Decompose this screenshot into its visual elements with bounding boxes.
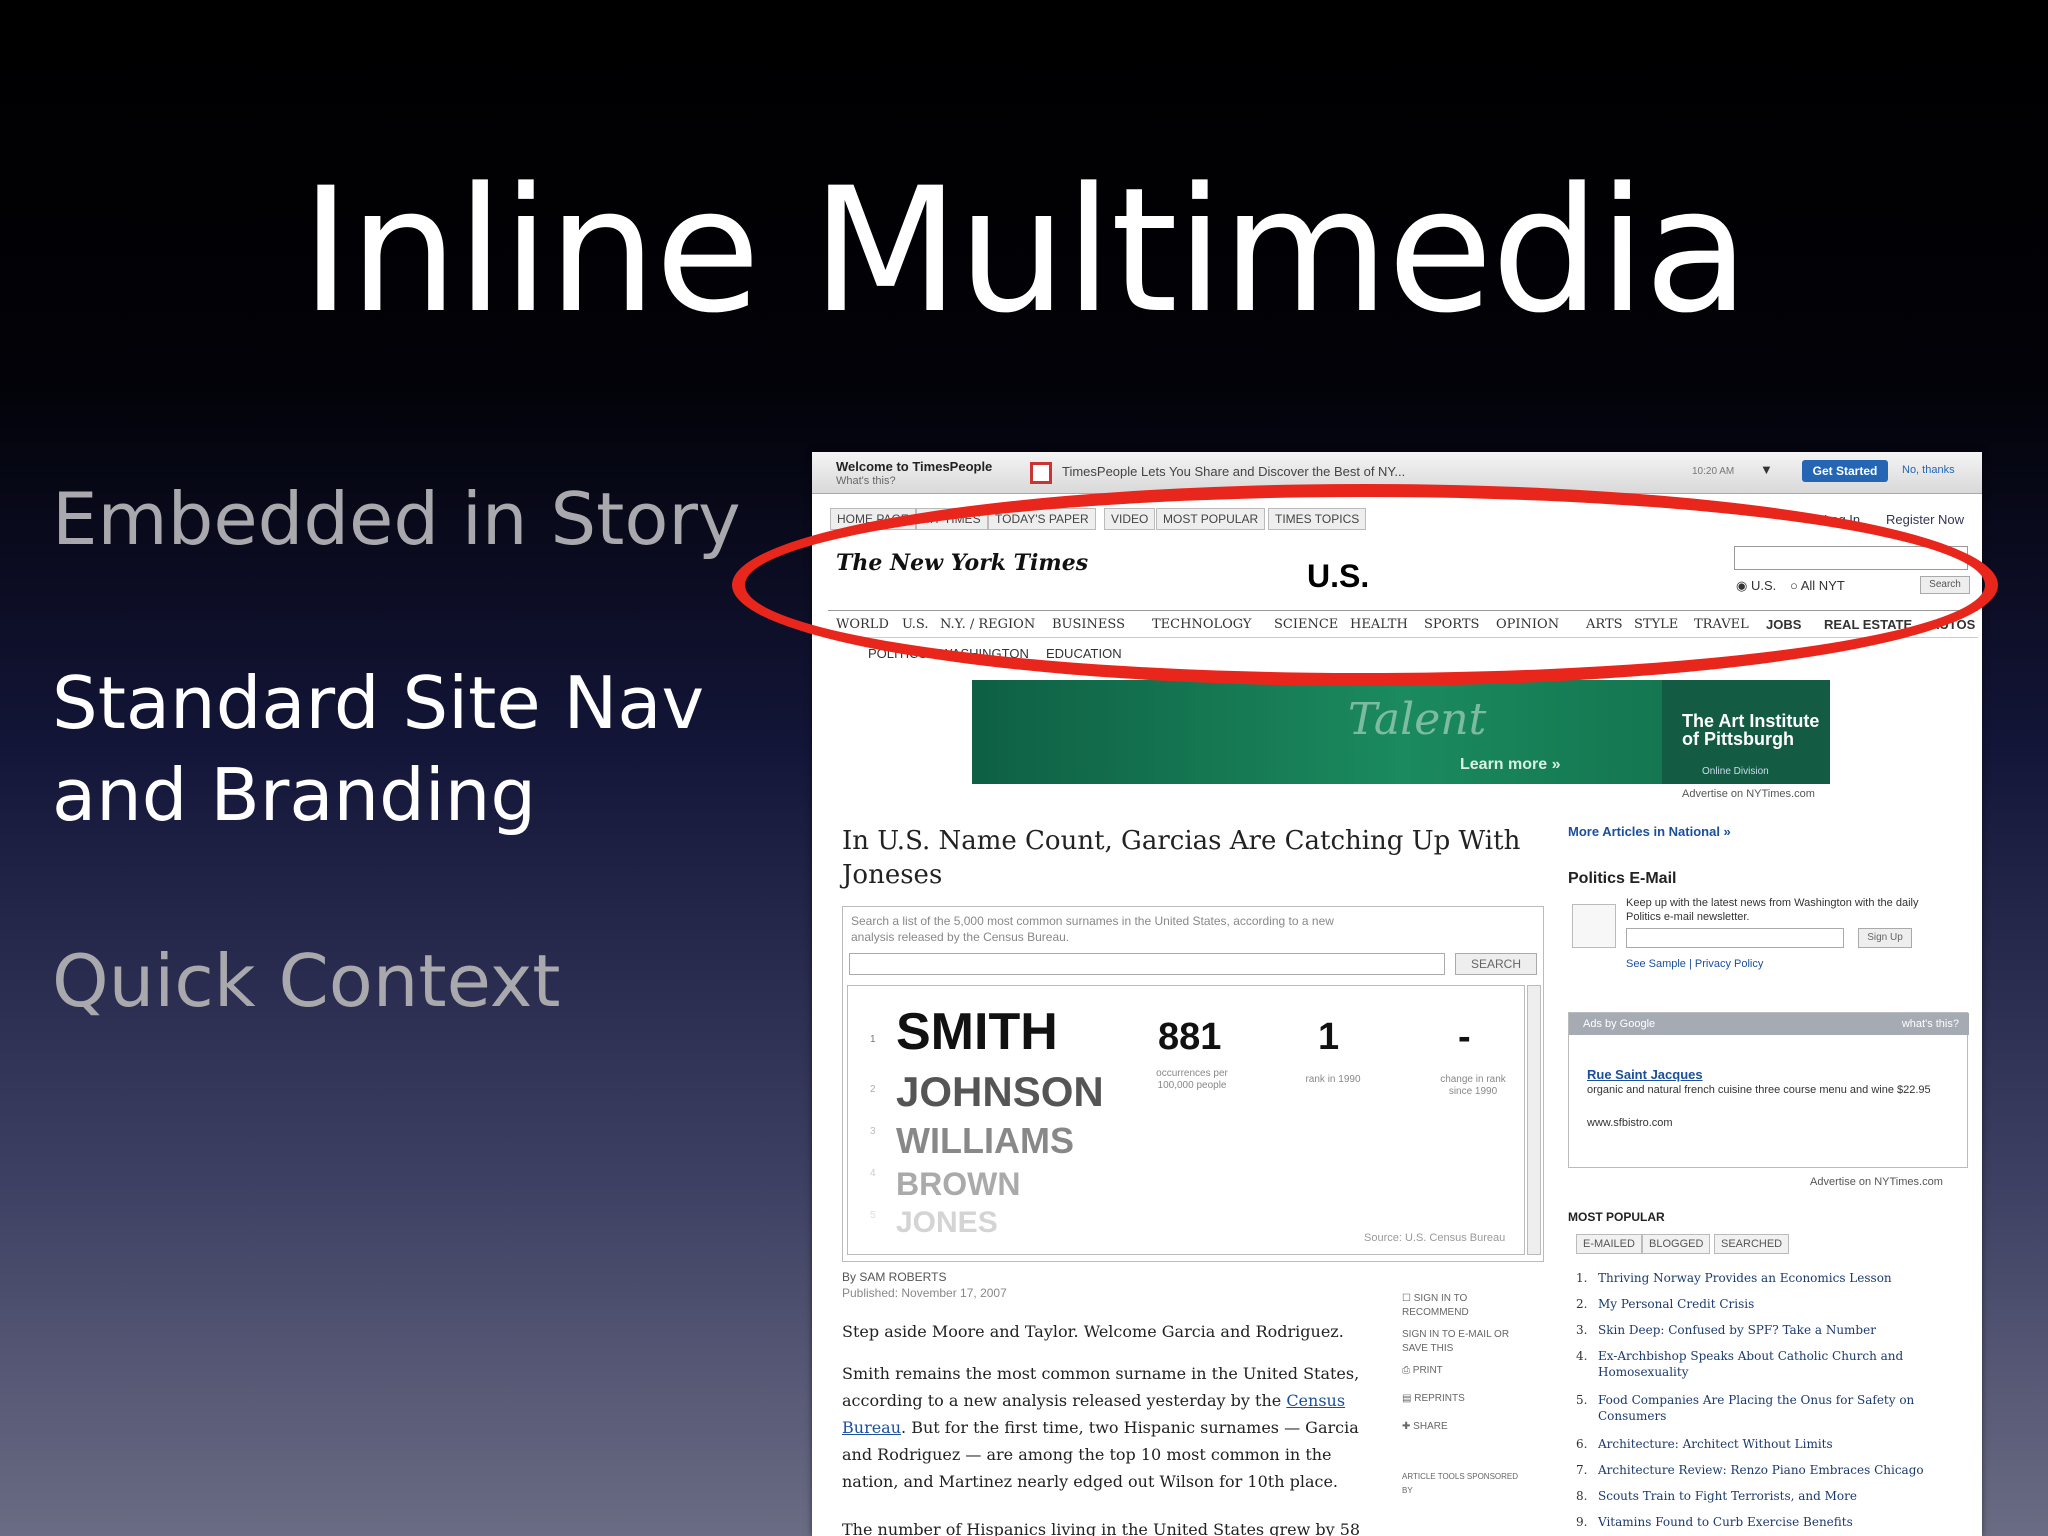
newsletter-icon [1572,904,1616,948]
rank-4: 4 [870,1168,876,1179]
print-label: PRINT [1412,1365,1443,1376]
bullet-quick-context: Quick Context [52,939,561,1023]
tab-searched[interactable]: SEARCHED [1714,1234,1790,1254]
surname-brown[interactable]: BROWN [896,1166,1020,1203]
chevron-down-icon[interactable]: ▼ [1760,462,1773,477]
google-whats-this-link[interactable]: what's this? [1902,1013,1959,1035]
surname-smith[interactable]: SMITH [896,1002,1058,1062]
most-popular-headline-1: Thriving Norway Provides an Economics Le… [1598,1271,1892,1285]
surname-list[interactable]: 1 2 3 4 5 SMITH JOHNSON WILLIAMS BROWN J… [847,985,1525,1255]
timespeople-time: 10:20 AM [1692,466,1735,477]
register-link[interactable]: Register Now [1886,512,1964,527]
timespeople-welcome: Welcome to TimesPeople [836,459,993,474]
banner-ad[interactable]: Talent Learn more » The Art Institute of … [972,680,1830,784]
ad-learn-more[interactable]: Learn more » [1460,756,1560,774]
newsletter-email-input[interactable] [1626,928,1844,948]
paragraph-2-start: Smith remains the most common surname in… [842,1364,1360,1410]
rank-3: 3 [870,1126,876,1137]
ad-institute-line1: The Art Institute [1682,711,1820,731]
email-save-tool[interactable]: SIGN IN TO E-MAIL OR SAVE THIS [1402,1328,1522,1356]
advertise-link[interactable]: Advertise on NYTimes.com [1682,788,1815,800]
advertise-link-sidebar[interactable]: Advertise on NYTimes.com [1810,1176,1943,1188]
politics-email-title: Politics E-Mail [1568,870,1677,887]
most-popular-headline-8: Scouts Train to Fight Terrorists, and Mo… [1598,1489,1857,1503]
most-popular-headline-7: Architecture Review: Renzo Piano Embrace… [1598,1463,1924,1477]
sign-up-button[interactable]: Sign Up [1858,928,1912,948]
occurrences-value: 881 [1158,1016,1222,1058]
tab-blogged[interactable]: BLOGGED [1642,1234,1711,1254]
bullet-embedded-in-story: Embedded in Story [52,477,741,561]
get-started-button[interactable]: Get Started [1802,460,1888,482]
rank-1990-value: 1 [1318,1016,1340,1058]
tools-sponsor: ARTICLE TOOLS SPONSORED BY [1402,1472,1519,1495]
bullet-and-branding: and Branding [52,753,537,837]
google-ads-box: Ads by Google what's this? Rue Saint Jac… [1568,1012,1969,1168]
surname-johnson[interactable]: JOHNSON [896,1068,1104,1116]
rank-5: 5 [870,1210,876,1221]
article-paragraph-3: The number of Hispanics living in the Un… [842,1520,1361,1536]
ad-division: Online Division [1702,766,1769,777]
ad-word: Talent [1348,694,1487,745]
interactive-source: Source: U.S. Census Bureau [1364,1232,1506,1244]
byline[interactable]: By SAM ROBERTS [842,1270,946,1284]
article-headline: In U.S. Name Count, Garcias Are Catching… [842,826,1521,890]
ad-institute-name: The Art Institute of Pittsburgh [1682,712,1819,748]
slide-title: Inline Multimedia [300,150,1750,351]
ads-by-google-label: Ads by Google [1583,1018,1656,1030]
recommend-tool[interactable]: ☐ SIGN IN TO RECOMMEND [1402,1292,1522,1320]
highlight-oval [732,484,1998,686]
print-tool[interactable]: ⎙ PRINT [1402,1364,1443,1378]
timespeople-message[interactable]: TimesPeople Lets You Share and Discover … [1062,464,1405,479]
timespeople-logo-icon [1030,462,1052,484]
share-tool[interactable]: ✚ SHARE [1402,1420,1448,1434]
share-label: SHARE [1413,1421,1448,1432]
reprints-tool[interactable]: ▤ REPRINTS [1402,1392,1465,1406]
google-ads-header: Ads by Google what's this? [1569,1013,1969,1035]
surname-jones[interactable]: JONES [896,1206,998,1240]
article-paragraph-1: Step aside Moore and Taylor. Welcome Gar… [842,1322,1344,1341]
more-articles-link[interactable]: More Articles in National » [1568,824,1731,839]
most-popular-title: MOST POPULAR [1568,1210,1665,1224]
most-popular-headline-6: Architecture: Architect Without Limits [1598,1437,1833,1451]
recommend-label: SIGN IN TO RECOMMEND [1402,1293,1469,1318]
occurrences-label: occurrences per 100,000 people [1156,1068,1228,1091]
google-ad-link[interactable]: Rue Saint Jacques [1587,1067,1703,1082]
most-popular-headline-4: Ex-Archbishop Speaks About Catholic Chur… [1598,1349,1904,1379]
rank-change-value: - [1458,1016,1471,1058]
politics-email-text: Keep up with the latest news from Washin… [1626,897,1919,923]
google-ad-text: organic and natural french cuisine three… [1587,1084,1931,1096]
surname-interactive: Search a list of the 5,000 most common s… [842,906,1544,1262]
most-popular-headline-5: Food Companies Are Placing the Onus for … [1598,1393,1915,1423]
surname-search-button[interactable]: SEARCH [1455,953,1537,975]
rank-1: 1 [870,1034,876,1045]
see-sample-links[interactable]: See Sample | Privacy Policy [1626,958,1763,970]
most-popular-headline-2: My Personal Credit Crisis [1598,1297,1755,1311]
article-paragraph-2: Smith remains the most common surname in… [842,1360,1382,1495]
rank-1990-label: rank in 1990 [1305,1074,1361,1085]
surname-search-input[interactable] [849,953,1445,975]
rank-2: 2 [870,1084,876,1095]
paragraph-2-end: . But for the first time, two Hispanic s… [842,1418,1359,1491]
google-ad-url[interactable]: www.sfbistro.com [1587,1117,1673,1129]
most-popular-headline-9: Vitamins Found to Curb Exercise Benefits [1598,1515,1853,1529]
ad-institute-line2: of Pittsburgh [1682,729,1794,749]
most-popular-headline-3: Skin Deep: Confused by SPF? Take a Numbe… [1598,1323,1876,1337]
surname-list-scrollbar[interactable] [1527,985,1541,1255]
no-thanks-link[interactable]: No, thanks [1902,464,1955,476]
tab-emailed[interactable]: E-MAILED [1576,1234,1642,1254]
interactive-intro: Search a list of the 5,000 most common s… [851,914,1334,944]
ad-institute-panel: The Art Institute of Pittsburgh Online Di… [1662,680,1830,784]
whats-this-link[interactable]: What's this? [836,475,896,487]
published-date: Published: November 17, 2007 [842,1286,1007,1300]
surname-williams[interactable]: WILLIAMS [896,1120,1074,1162]
rank-change-label: change in rank since 1990 [1440,1074,1506,1097]
reprints-label: REPRINTS [1414,1393,1465,1404]
bullet-standard-site-nav: Standard Site Nav [52,661,705,745]
